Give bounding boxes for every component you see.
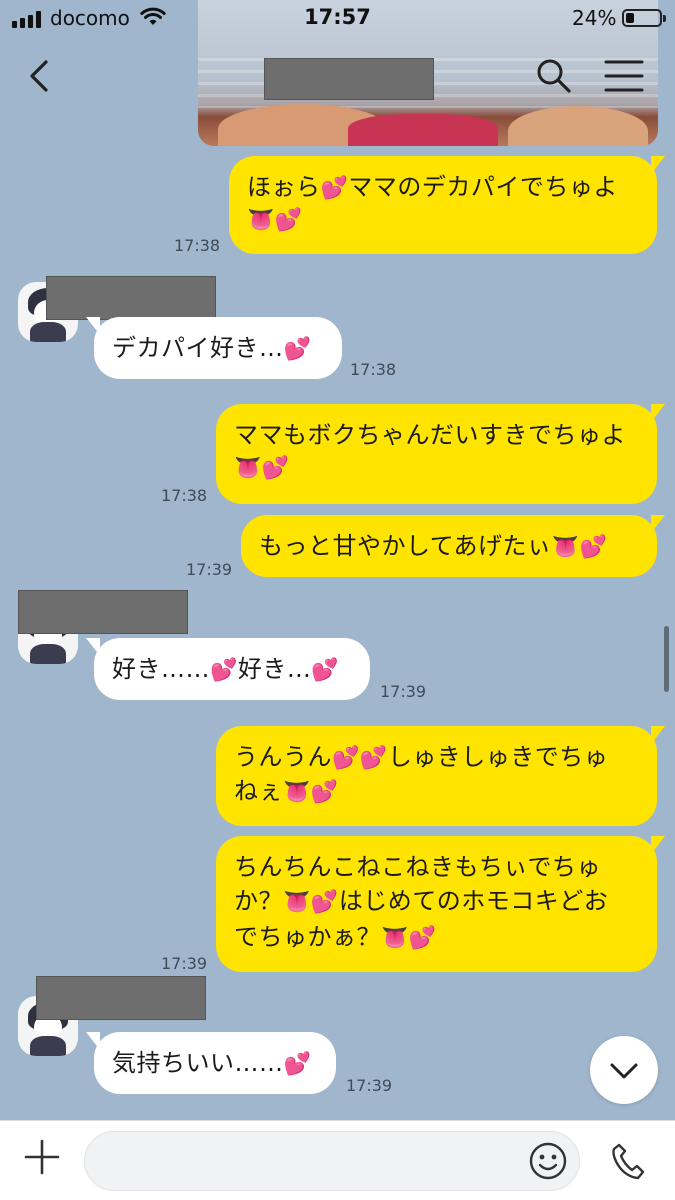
tongue-emoji-icon: 👅 — [247, 208, 275, 233]
tongue-emoji-icon: 👅 — [283, 890, 311, 915]
message-text: ママのデカパイでちゅよ — [348, 173, 618, 201]
two-hearts-icon: 💕 — [261, 456, 290, 481]
phone-icon[interactable] — [610, 1141, 646, 1181]
message-text: しゅきしゅきでちゅ — [387, 743, 609, 771]
message-text: うんうん — [234, 743, 332, 771]
message-time: 17:38 — [174, 236, 221, 255]
message-text: ほぉら — [247, 173, 321, 201]
two-hearts-icon: 💕 — [274, 208, 303, 233]
message-text: 気持ちいい…… — [112, 1049, 284, 1077]
message-time: 17:38 — [350, 360, 397, 379]
tongue-emoji-icon: 👅 — [551, 535, 580, 560]
my-message-bubble[interactable]: うんうん💕💕しゅきしゅきでちゅ ねぇ👅💕 — [216, 726, 665, 826]
my-message-bubble[interactable]: ちんちんこねこねきもちぃでちゅ か？👅💕はじめてのホモコキどお でちゅかぁ？👅💕 — [216, 836, 665, 972]
two-hearts-icon: 💕 — [320, 176, 349, 201]
sender-name-redacted — [36, 976, 206, 1020]
two-hearts-icon: 💕 — [210, 658, 238, 683]
two-hearts-icon: 💕 — [310, 890, 339, 915]
sender-name-redacted — [46, 276, 216, 320]
two-hearts-icon: 💕 — [311, 658, 340, 683]
their-message-bubble[interactable]: デカパイ好き…💕 — [86, 317, 342, 379]
message-input[interactable] — [84, 1131, 580, 1191]
scrollbar[interactable] — [664, 626, 669, 692]
tongue-emoji-icon: 👅 — [381, 926, 409, 951]
two-hearts-icon: 💕 — [408, 926, 437, 951]
message-text: もっと甘やかしてあげたぃ — [259, 532, 552, 560]
two-hearts-icon: 💕 — [283, 1052, 312, 1077]
sender-name-redacted — [18, 590, 188, 634]
tongue-emoji-icon: 👅 — [283, 780, 311, 805]
message-text: ねぇ — [234, 777, 283, 805]
message-text: 好き… — [237, 655, 312, 683]
message-time: 17:39 — [346, 1076, 393, 1095]
message-text: はじめてのホモコキどお — [338, 887, 609, 915]
message-text: 好き…… — [112, 655, 210, 683]
message-time: 17:39 — [186, 560, 233, 579]
message-text: デカパイ好き… — [112, 334, 284, 362]
back-button[interactable] — [20, 56, 60, 96]
my-message-bubble[interactable]: ほぉら💕ママのデカパイでちゅよ 👅💕 — [229, 156, 665, 254]
their-message-bubble[interactable]: 好き……💕好き…💕 — [86, 638, 370, 700]
battery-icon — [622, 9, 666, 27]
emoji-icon[interactable] — [528, 1141, 568, 1181]
scroll-down-button[interactable] — [590, 1036, 658, 1104]
my-message-bubble[interactable]: ママもボクちゃんだいすきでちゅよ 👅💕 — [216, 404, 665, 504]
chevron-down-icon — [610, 1063, 638, 1079]
search-icon[interactable] — [534, 56, 574, 96]
message-text: ちんちんこねこねきもちぃでちゅ — [234, 853, 602, 881]
chat-title-redacted — [264, 58, 434, 100]
battery-percent: 24% — [572, 6, 617, 30]
their-message-bubble[interactable]: 気持ちいい……💕 — [86, 1032, 336, 1094]
my-message-bubble[interactable]: もっと甘やかしてあげたぃ👅💕 — [241, 515, 665, 577]
message-text: ママもボクちゃんだいすきでちゅよ — [234, 421, 626, 449]
two-hearts-icon: 💕 — [332, 746, 360, 771]
message-time: 17:38 — [161, 486, 208, 505]
message-time: 17:39 — [380, 682, 427, 701]
status-bar: docomo 17:57 24% — [0, 0, 675, 38]
two-hearts-icon: 💕 — [283, 337, 312, 362]
menu-icon[interactable] — [604, 58, 644, 94]
two-hearts-icon: 💕 — [359, 746, 388, 771]
two-hearts-icon: 💕 — [310, 780, 339, 805]
tongue-emoji-icon: 👅 — [234, 456, 262, 481]
message-text: でちゅかぁ？ — [234, 923, 381, 951]
message-time: 17:39 — [161, 954, 208, 973]
plus-icon[interactable] — [24, 1139, 60, 1175]
message-text: か？ — [234, 887, 283, 915]
message-input-bar — [0, 1120, 675, 1200]
two-hearts-icon: 💕 — [579, 535, 608, 560]
